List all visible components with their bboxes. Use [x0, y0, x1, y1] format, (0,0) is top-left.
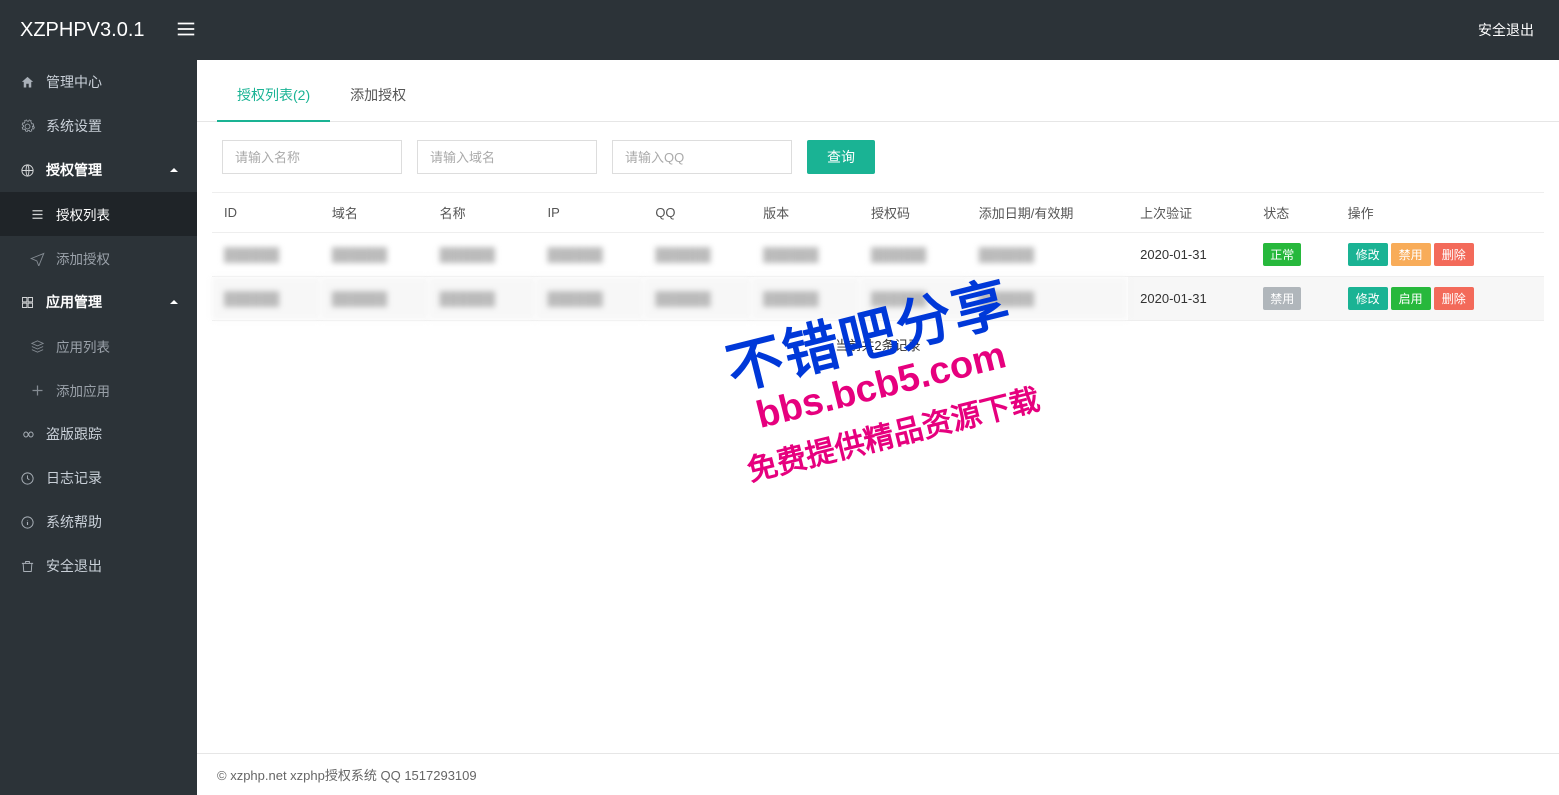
cell-hidden: ██████ — [967, 233, 1128, 277]
sidebar-item-label: 系统设置 — [46, 116, 102, 136]
sidebar-item-auth-list[interactable]: 授权列表 — [0, 192, 197, 236]
cell-hidden: ██████ — [859, 277, 967, 321]
tabs: 授权列表(2) 添加授权 — [197, 70, 1559, 122]
cell-last-verify: 2020-01-31 — [1128, 233, 1251, 277]
plus-icon — [28, 381, 46, 399]
sidebar-item-label: 盗版跟踪 — [46, 424, 102, 444]
sidebar-item-help[interactable]: 系统帮助 — [0, 500, 197, 544]
tab-add-auth[interactable]: 添加授权 — [330, 70, 426, 122]
hamburger-icon — [175, 18, 197, 40]
cell-hidden: ██████ — [320, 277, 428, 321]
logout-link[interactable]: 安全退出 — [1478, 20, 1534, 40]
sidebar-item-label: 添加授权 — [56, 248, 110, 268]
cell-hidden: ██████ — [535, 233, 643, 277]
cell-hidden: ██████ — [751, 277, 859, 321]
th-name: 名称 — [428, 193, 536, 233]
cell-hidden: ██████ — [212, 277, 320, 321]
sidebar-item-settings[interactable]: 系统设置 — [0, 104, 197, 148]
list-icon — [28, 205, 46, 223]
edit-button[interactable]: 修改 — [1348, 287, 1388, 310]
query-button[interactable]: 查询 — [807, 140, 875, 174]
auth-table: ID 域名 名称 IP QQ 版本 授权码 添加日期/有效期 上次验证 状态 操… — [212, 192, 1544, 321]
th-action: 操作 — [1336, 193, 1544, 233]
cell-hidden: ██████ — [535, 277, 643, 321]
cell-hidden: ██████ — [643, 277, 751, 321]
sidebar-item-label: 应用管理 — [46, 292, 102, 312]
trash-icon — [18, 557, 36, 575]
th-version: 版本 — [751, 193, 859, 233]
delete-button[interactable]: 删除 — [1434, 243, 1474, 266]
cell-status: 禁用 — [1251, 277, 1335, 321]
th-last: 上次验证 — [1128, 193, 1251, 233]
footer: © xzphp.net xzphp授权系统 QQ 1517293109 — [197, 753, 1559, 795]
table-row: ████████████████████████████████████████… — [212, 277, 1544, 321]
toggle-button[interactable]: 启用 — [1391, 287, 1431, 310]
th-id: ID — [212, 193, 320, 233]
cell-actions: 修改启用删除 — [1336, 277, 1544, 321]
caret-up-icon — [169, 162, 179, 178]
sidebar-item-label: 安全退出 — [46, 556, 102, 576]
th-ip: IP — [535, 193, 643, 233]
sidebar-item-piracy[interactable]: 盗版跟踪 — [0, 412, 197, 456]
cell-hidden: ██████ — [643, 233, 751, 277]
grid-icon — [18, 293, 36, 311]
th-domain: 域名 — [320, 193, 428, 233]
infinity-icon — [18, 425, 36, 443]
sidebar-item-label: 应用列表 — [56, 336, 110, 356]
home-icon — [18, 73, 36, 91]
th-date: 添加日期/有效期 — [967, 193, 1128, 233]
cell-hidden: ██████ — [967, 277, 1128, 321]
sidebar-item-app-list[interactable]: 应用列表 — [0, 324, 197, 368]
cell-actions: 修改禁用删除 — [1336, 233, 1544, 277]
brand-title: XZPHPV3.0.1 — [20, 19, 145, 42]
th-qq: QQ — [643, 193, 751, 233]
sidebar-item-label: 系统帮助 — [46, 512, 102, 532]
sidebar-item-app-mgmt[interactable]: 应用管理 — [0, 280, 197, 324]
sidebar-item-label: 日志记录 — [46, 468, 102, 488]
table-footer: 当前共2条记录 — [197, 321, 1559, 368]
sidebar-item-add-auth[interactable]: 添加授权 — [0, 236, 197, 280]
cell-hidden: ██████ — [428, 233, 536, 277]
globe-icon — [18, 161, 36, 179]
cell-hidden: ██████ — [428, 277, 536, 321]
menu-toggle-button[interactable] — [175, 18, 197, 43]
search-bar: 查询 — [197, 122, 1559, 192]
watermark-line3: 免费提供精品资源下载 — [742, 375, 1044, 490]
cell-hidden: ██████ — [212, 233, 320, 277]
name-input[interactable] — [222, 140, 402, 174]
caret-up-icon — [169, 294, 179, 310]
th-status: 状态 — [1251, 193, 1335, 233]
sidebar-item-label: 授权列表 — [56, 204, 110, 224]
sidebar-item-exit[interactable]: 安全退出 — [0, 544, 197, 588]
cell-hidden: ██████ — [859, 233, 967, 277]
sidebar-item-label: 添加应用 — [56, 380, 110, 400]
sidebar-item-label: 管理中心 — [46, 72, 102, 92]
qq-input[interactable] — [612, 140, 792, 174]
sidebar-item-add-app[interactable]: 添加应用 — [0, 368, 197, 412]
gear-icon — [18, 117, 36, 135]
sidebar-item-dashboard[interactable]: 管理中心 — [0, 60, 197, 104]
status-badge: 禁用 — [1263, 287, 1301, 310]
sidebar-item-auth-mgmt[interactable]: 授权管理 — [0, 148, 197, 192]
delete-button[interactable]: 删除 — [1434, 287, 1474, 310]
table-row: ████████████████████████████████████████… — [212, 233, 1544, 277]
send-icon — [28, 249, 46, 267]
th-authcode: 授权码 — [859, 193, 967, 233]
sidebar-item-logs[interactable]: 日志记录 — [0, 456, 197, 500]
cell-last-verify: 2020-01-31 — [1128, 277, 1251, 321]
stack-icon — [28, 337, 46, 355]
info-icon — [18, 513, 36, 531]
tab-auth-list[interactable]: 授权列表(2) — [217, 70, 330, 122]
edit-button[interactable]: 修改 — [1348, 243, 1388, 266]
domain-input[interactable] — [417, 140, 597, 174]
sidebar-item-label: 授权管理 — [46, 160, 102, 180]
toggle-button[interactable]: 禁用 — [1391, 243, 1431, 266]
cell-status: 正常 — [1251, 233, 1335, 277]
cell-hidden: ██████ — [751, 233, 859, 277]
header: XZPHPV3.0.1 安全退出 — [0, 0, 1559, 60]
clock-icon — [18, 469, 36, 487]
status-badge: 正常 — [1263, 243, 1301, 266]
sidebar: 管理中心 系统设置 授权管理 授权列表 添加授权 应用管理 应用列表 — [0, 60, 197, 795]
cell-hidden: ██████ — [320, 233, 428, 277]
